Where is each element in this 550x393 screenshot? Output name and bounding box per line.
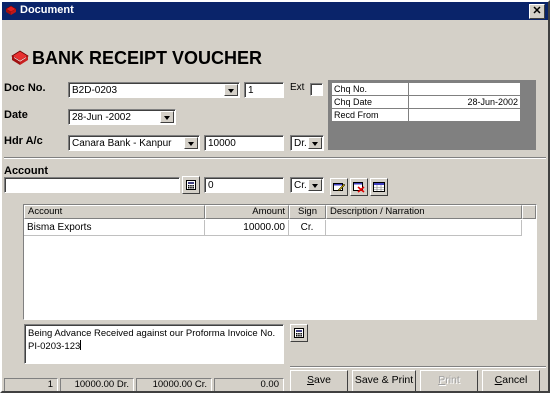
col-header-amount[interactable]: Amount bbox=[205, 205, 289, 219]
doc-no-label: Doc No. bbox=[4, 82, 46, 94]
hdr-amount-field[interactable]: 10000 bbox=[204, 135, 284, 151]
hdr-sign-select[interactable]: Dr. bbox=[290, 135, 324, 151]
account-amount-value: 0 bbox=[208, 180, 214, 191]
doc-no-select[interactable]: B2D-0203 bbox=[68, 82, 240, 98]
status-count: 1 bbox=[4, 378, 58, 391]
status-credit-total: 10000.00 Cr. bbox=[136, 378, 212, 391]
account-sign-select[interactable]: Cr. bbox=[290, 177, 324, 193]
hdr-ac-label: Hdr A/c bbox=[4, 135, 43, 147]
print-button[interactable]: Print bbox=[420, 370, 478, 391]
chq-date-value[interactable]: 28-Jun-2002 bbox=[408, 95, 521, 109]
chevron-down-icon[interactable] bbox=[308, 137, 322, 149]
cell-account[interactable]: Bisma Exports bbox=[24, 220, 205, 236]
document-window: Document ✕ BANK RECEIPT VOUCHER Doc No. … bbox=[0, 0, 550, 393]
account-lookup-button[interactable] bbox=[182, 176, 200, 194]
cheque-row: Recd From bbox=[331, 108, 521, 122]
col-header-account[interactable]: Account bbox=[24, 205, 205, 219]
date-value: 28-Jun -2002 bbox=[72, 112, 131, 123]
chevron-down-icon[interactable] bbox=[308, 179, 322, 191]
delete-row-button[interactable] bbox=[350, 178, 368, 196]
document-icon bbox=[5, 5, 17, 19]
narration-textarea[interactable]: Being Advance Received against our Profo… bbox=[24, 324, 284, 364]
account-field[interactable] bbox=[4, 177, 180, 193]
edit-row-button[interactable] bbox=[330, 178, 348, 196]
cheque-table: Chq No. Chq Date 28-Jun-2002 Recd From bbox=[331, 82, 521, 122]
save-button[interactable]: Save bbox=[290, 370, 348, 391]
grid-icon bbox=[373, 182, 385, 192]
hdr-sign-value: Dr. bbox=[294, 138, 307, 149]
print-button-label: Print bbox=[438, 374, 460, 386]
account-sign-value: Cr. bbox=[294, 180, 307, 191]
close-icon: ✕ bbox=[532, 5, 542, 17]
entries-grid[interactable]: Account Amount Sign Description / Narrat… bbox=[23, 204, 537, 320]
save-print-button-label: Save & Print bbox=[354, 374, 414, 386]
doc-seq-field[interactable]: 1 bbox=[244, 82, 284, 98]
cheque-panel: Chq No. Chq Date 28-Jun-2002 Recd From bbox=[328, 80, 536, 150]
cheque-row: Chq Date 28-Jun-2002 bbox=[331, 95, 521, 109]
hdr-account-select[interactable]: Canara Bank - Kanpur bbox=[68, 135, 200, 151]
ext-checkbox[interactable] bbox=[310, 83, 323, 96]
title-bar[interactable]: Document ✕ bbox=[2, 2, 548, 20]
status-balance: 0.00 bbox=[214, 378, 284, 391]
col-header-sign[interactable]: Sign bbox=[289, 205, 326, 219]
new-row-button[interactable] bbox=[370, 178, 388, 196]
cancel-button-label: Cancel bbox=[494, 374, 528, 386]
chevron-down-icon[interactable] bbox=[160, 111, 174, 123]
hdr-amount-value: 10000 bbox=[208, 138, 236, 149]
date-picker[interactable]: 28-Jun -2002 bbox=[68, 109, 176, 125]
chq-no-label: Chq No. bbox=[331, 82, 409, 96]
col-header-narration[interactable]: Description / Narration bbox=[326, 205, 522, 219]
narration-line-1: Being Advance Received against our Profo… bbox=[28, 328, 276, 339]
doc-seq-value: 1 bbox=[248, 85, 254, 96]
chq-no-value[interactable] bbox=[408, 82, 521, 96]
save-print-button[interactable]: Save & Print bbox=[352, 370, 416, 391]
recd-from-label: Recd From bbox=[331, 108, 409, 122]
save-button-label: Save bbox=[307, 374, 331, 386]
cell-amount[interactable]: 10000.00 bbox=[205, 220, 289, 236]
doc-no-value: B2D-0203 bbox=[72, 85, 118, 96]
window-title: Document bbox=[20, 4, 74, 16]
cancel-button[interactable]: Cancel bbox=[482, 370, 540, 391]
text-cursor bbox=[80, 340, 82, 350]
cell-narration[interactable] bbox=[326, 220, 522, 236]
edit-icon bbox=[333, 183, 345, 192]
hdr-account-value: Canara Bank - Kanpur bbox=[72, 138, 172, 149]
date-label: Date bbox=[4, 109, 28, 121]
calculator-icon bbox=[186, 180, 196, 190]
chevron-down-icon[interactable] bbox=[184, 137, 198, 149]
page-title: BANK RECEIPT VOUCHER bbox=[32, 48, 263, 68]
chevron-down-icon[interactable] bbox=[224, 84, 238, 96]
divider bbox=[290, 366, 546, 368]
narration-line-2: PI-0203-123 bbox=[28, 341, 81, 352]
status-debit-total: 10000.00 Dr. bbox=[60, 378, 134, 391]
ext-label: Ext bbox=[290, 82, 305, 93]
recd-from-value[interactable] bbox=[408, 108, 521, 122]
calculator-icon bbox=[294, 328, 304, 338]
account-amount-field[interactable]: 0 bbox=[204, 177, 284, 193]
divider bbox=[4, 157, 546, 159]
col-header-spacer bbox=[522, 205, 536, 219]
cheque-row: Chq No. bbox=[331, 82, 521, 96]
cell-sign[interactable]: Cr. bbox=[289, 220, 326, 236]
chq-date-label: Chq Date bbox=[331, 95, 409, 109]
voucher-book-icon bbox=[10, 49, 30, 70]
close-button[interactable]: ✕ bbox=[529, 4, 545, 19]
narration-lookup-button[interactable] bbox=[290, 324, 308, 342]
delete-icon bbox=[353, 182, 365, 193]
account-label: Account bbox=[4, 165, 48, 177]
